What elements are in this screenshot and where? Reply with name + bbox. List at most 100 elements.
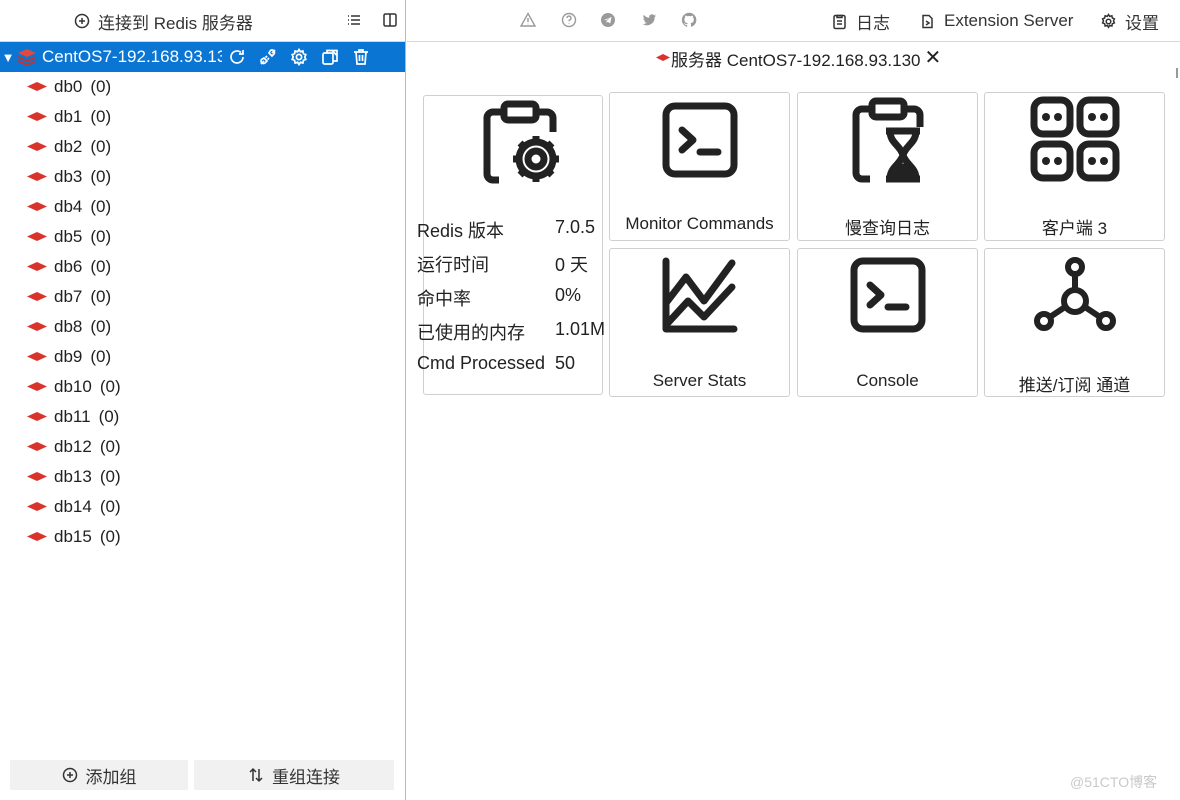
database-name: db6 bbox=[54, 257, 83, 276]
database-item[interactable]: db8 (0) bbox=[0, 312, 405, 342]
github-icon[interactable] bbox=[680, 11, 698, 29]
info-key: 命中率 bbox=[417, 289, 471, 309]
connection-tree: ▼ CentOS7-192.168.93.130 db0 (0) db1 (0) db2… bbox=[0, 42, 405, 552]
database-icon bbox=[27, 532, 47, 541]
sort-arrows-icon bbox=[249, 767, 263, 783]
database-item[interactable]: db10 (0) bbox=[0, 372, 405, 402]
info-value: 1.01M bbox=[555, 319, 606, 339]
database-key-count: (0) bbox=[90, 137, 112, 156]
database-item[interactable]: db2 (0) bbox=[0, 132, 405, 162]
database-key-count: (0) bbox=[99, 377, 121, 396]
database-item[interactable]: db7 (0) bbox=[0, 282, 405, 312]
server-info-row: 运行时间 0 天 bbox=[417, 251, 617, 285]
database-key-count: (0) bbox=[90, 77, 112, 96]
twitter-icon[interactable] bbox=[640, 11, 658, 29]
database-name: db13 bbox=[54, 467, 92, 486]
server-settings-icon[interactable] bbox=[287, 45, 310, 69]
database-key-count: (0) bbox=[99, 497, 121, 516]
help-icon[interactable] bbox=[560, 11, 578, 29]
expand-caret-icon[interactable]: ▼ bbox=[0, 50, 16, 65]
database-name: db11 bbox=[54, 407, 91, 426]
database-icon bbox=[27, 472, 47, 481]
connect-redis-label: 连接到 Redis 服务器 bbox=[98, 13, 253, 33]
database-item[interactable]: db13 (0) bbox=[0, 462, 405, 492]
slow-log-card[interactable]: 慢查询日志 bbox=[797, 92, 978, 241]
database-item[interactable]: db12 (0) bbox=[0, 432, 405, 462]
database-name: db10 bbox=[54, 377, 92, 396]
server-tab[interactable]: 服务器 CentOS7-192.168.93.130 ✕ bbox=[655, 45, 941, 71]
database-item[interactable]: db1 (0) bbox=[0, 102, 405, 132]
database-item[interactable]: db9 (0) bbox=[0, 342, 405, 372]
server-info-row: 命中率 0% bbox=[417, 285, 617, 319]
database-icon bbox=[27, 172, 47, 181]
monitor-commands-card[interactable]: Monitor Commands bbox=[609, 92, 790, 241]
list-icon[interactable] bbox=[345, 11, 363, 29]
database-item[interactable]: db5 (0) bbox=[0, 222, 405, 252]
warning-icon[interactable] bbox=[519, 11, 537, 29]
reorder-connections-button[interactable]: 重组连接 bbox=[194, 760, 394, 790]
database-item[interactable]: db4 (0) bbox=[0, 192, 405, 222]
extension-server-button[interactable]: Extension Server bbox=[919, 9, 1073, 33]
database-item[interactable]: db15 (0) bbox=[0, 522, 405, 552]
database-name: db9 bbox=[54, 347, 83, 366]
database-icon bbox=[27, 442, 47, 451]
server-info-list: Redis 版本 7.0.5 运行时间 0 天命中率 0% 已使用的内存 1.01M Cmd … bbox=[417, 217, 617, 387]
database-key-count: (0) bbox=[90, 257, 112, 276]
refresh-icon[interactable] bbox=[225, 45, 248, 69]
server-stats-label: Server Stats bbox=[652, 371, 747, 390]
database-item[interactable]: db11 (0) bbox=[0, 402, 405, 432]
log-button[interactable]: 日志 bbox=[831, 9, 890, 33]
settings-button[interactable]: 设置 bbox=[1100, 9, 1159, 33]
log-label: 日志 bbox=[856, 13, 890, 33]
panel-toggle-icon[interactable] bbox=[381, 11, 399, 29]
clients-label: 客户端 3 bbox=[1041, 219, 1108, 238]
server-stats-card[interactable]: Server Stats bbox=[609, 248, 790, 397]
redis-tab-icon bbox=[656, 54, 670, 61]
database-icon bbox=[27, 232, 47, 241]
delete-connection-icon[interactable] bbox=[349, 45, 372, 69]
database-name: db0 bbox=[54, 77, 83, 96]
connect-redis-button[interactable]: 连接到 Redis 服务器 bbox=[74, 9, 253, 33]
connection-sidebar: 连接到 Redis 服务器 ▼ CentOS7-192.168.93.130 d… bbox=[0, 0, 406, 800]
sidebar-footer: 添加组 重组连接 bbox=[0, 758, 405, 800]
database-key-count: (0) bbox=[90, 107, 112, 126]
terminal-icon bbox=[662, 102, 737, 178]
database-key-count: (0) bbox=[90, 197, 112, 216]
database-name: db14 bbox=[54, 497, 92, 516]
terminal-icon bbox=[850, 257, 925, 333]
disconnect-icon[interactable] bbox=[256, 45, 279, 69]
info-value: 7.0.5 bbox=[555, 217, 596, 237]
pubsub-label: 推送/订阅 通道 bbox=[1018, 376, 1131, 395]
database-icon bbox=[27, 322, 47, 331]
info-key: 运行时间 bbox=[417, 255, 489, 275]
database-item[interactable]: db0 (0) bbox=[0, 72, 405, 102]
console-card[interactable]: Console bbox=[797, 248, 978, 397]
database-name: db2 bbox=[54, 137, 83, 156]
database-name: db5 bbox=[54, 227, 83, 246]
close-tab-icon[interactable]: ✕ bbox=[924, 48, 941, 68]
telegram-icon[interactable] bbox=[599, 11, 617, 29]
clients-card[interactable]: 客户端 3 bbox=[984, 92, 1165, 241]
server-tree-item[interactable]: ▼ CentOS7-192.168.93.130 bbox=[0, 42, 405, 72]
scrollbar-indicator[interactable] bbox=[1176, 68, 1178, 78]
database-item[interactable]: db14 (0) bbox=[0, 492, 405, 522]
database-key-count: (0) bbox=[90, 167, 112, 186]
database-item[interactable]: db3 (0) bbox=[0, 162, 405, 192]
database-name: db4 bbox=[54, 197, 83, 216]
add-group-button[interactable]: 添加组 bbox=[10, 760, 188, 790]
database-icon bbox=[27, 202, 47, 211]
database-key-count: (0) bbox=[90, 227, 112, 246]
database-key-count: (0) bbox=[99, 527, 121, 546]
database-list: db0 (0) db1 (0) db2 (0) db3 (0) db4 (0) db5 (0) db6 (… bbox=[0, 72, 405, 552]
database-item[interactable]: db6 (0) bbox=[0, 252, 405, 282]
gear-icon bbox=[1101, 12, 1116, 29]
slow-log-label: 慢查询日志 bbox=[845, 219, 930, 238]
database-name: db12 bbox=[54, 437, 92, 456]
database-key-count: (0) bbox=[90, 347, 112, 366]
database-icon bbox=[27, 262, 47, 271]
database-icon bbox=[27, 142, 47, 151]
pubsub-card[interactable]: 推送/订阅 通道 bbox=[984, 248, 1165, 397]
copy-connection-icon[interactable] bbox=[318, 45, 341, 69]
reorder-connections-label: 重组连接 bbox=[272, 767, 340, 787]
info-key: Cmd Processed bbox=[417, 353, 546, 373]
